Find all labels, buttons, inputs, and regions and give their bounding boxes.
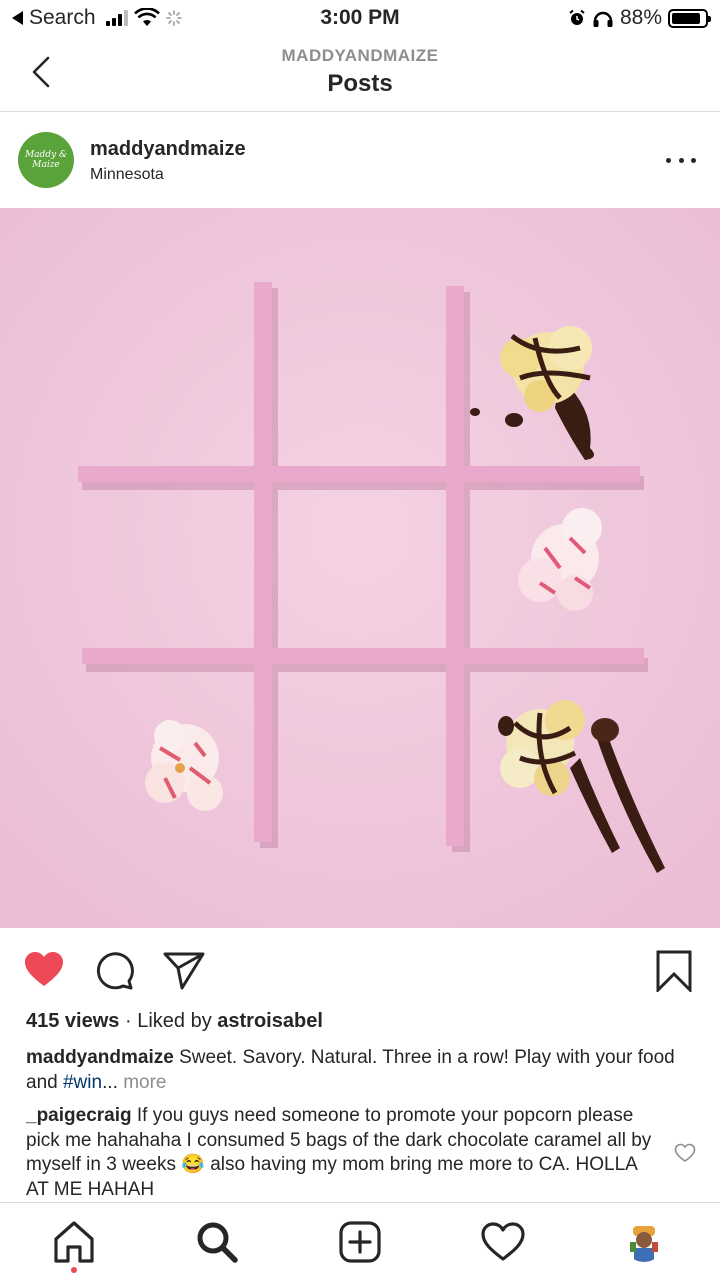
post-header: Maddy & Maize maddyandmaize Minnesota: [0, 112, 720, 208]
save-button[interactable]: [652, 948, 696, 994]
headphones-icon: [593, 11, 613, 27]
tab-new-post[interactable]: [337, 1219, 383, 1265]
share-button[interactable]: [162, 948, 206, 992]
post-image[interactable]: [0, 208, 720, 928]
heart-outline-icon: [481, 1222, 525, 1261]
status-right: 88%: [568, 6, 711, 30]
post-caption: maddyandmaize Sweet. Savory. Natural. Th…: [26, 1045, 694, 1095]
more-dot: [691, 157, 696, 163]
nav-header: MADDYANDMAIZE Posts: [0, 38, 720, 112]
caption-hashtag[interactable]: #win: [63, 1072, 102, 1093]
more-dot: [666, 157, 671, 163]
battery-percent: 88%: [619, 6, 662, 29]
more-options-button[interactable]: [666, 148, 696, 172]
alarm-icon: [569, 9, 585, 25]
tic-tac-toe-popcorn-photo: [0, 208, 720, 928]
comment-like-button[interactable]: [674, 1142, 696, 1164]
tab-search[interactable]: [194, 1219, 240, 1265]
profile-avatar-icon: [624, 1222, 664, 1262]
like-button[interactable]: [22, 948, 66, 992]
battery-icon: [668, 8, 711, 28]
views-and-likes: 415 views · Liked by astroisabel: [26, 1010, 323, 1033]
paper-plane-icon: [163, 952, 205, 990]
heart-outline-icon: [674, 1143, 696, 1162]
post-author-avatar[interactable]: Maddy & Maize: [18, 132, 74, 188]
tab-profile[interactable]: [624, 1222, 664, 1262]
comment-item: _paigecraig If you guys need someone to …: [26, 1104, 662, 1202]
post-author-username[interactable]: maddyandmaize: [90, 138, 246, 161]
caption-more-link[interactable]: more: [123, 1072, 166, 1093]
nav-account-name: MADDYANDMAIZE: [281, 46, 439, 65]
comment-bubble-icon: [96, 952, 134, 990]
bookmark-icon: [656, 950, 692, 994]
heart-filled-icon: [25, 952, 63, 986]
caption-username[interactable]: maddyandmaize: [26, 1047, 174, 1068]
tab-home[interactable]: [51, 1219, 97, 1265]
liked-by-user[interactable]: astroisabel: [217, 1010, 323, 1032]
liked-by-prefix: · Liked by: [124, 1010, 212, 1032]
comment-username[interactable]: _paigecraig: [26, 1105, 132, 1126]
post-actions: [0, 940, 720, 1000]
status-bar: Search 3:00 PM 88%: [0, 0, 720, 38]
plus-square-icon: [339, 1221, 381, 1263]
page-title: Posts: [327, 70, 393, 97]
battery-fill: [672, 12, 701, 24]
avatar-logo-text: Maddy & Maize: [24, 150, 68, 170]
comment-emoji: 😂: [181, 1154, 205, 1175]
comment-button[interactable]: [92, 948, 136, 992]
post-location[interactable]: Minnesota: [90, 166, 164, 184]
more-dot: [678, 157, 684, 163]
tab-activity[interactable]: [480, 1219, 526, 1265]
home-notification-dot: [71, 1267, 77, 1273]
bottom-tab-bar: [0, 1202, 720, 1280]
caption-ellipsis: ...: [102, 1072, 118, 1093]
home-icon: [54, 1221, 94, 1263]
views-count[interactable]: 415 views: [26, 1010, 119, 1032]
search-icon: [197, 1222, 238, 1263]
